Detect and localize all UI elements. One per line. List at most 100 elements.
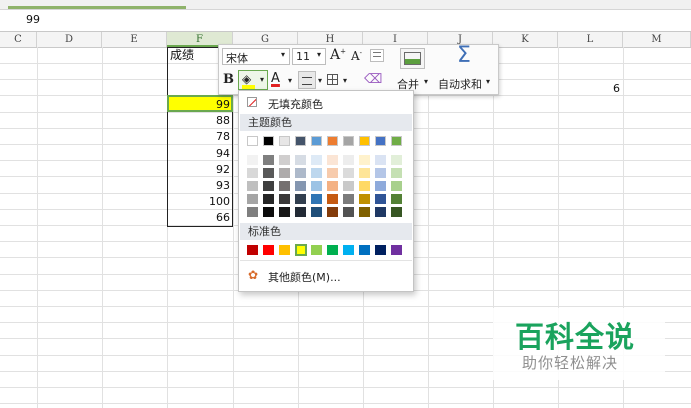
- cell-l-value[interactable]: 6: [558, 81, 623, 96]
- standard-color-swatch[interactable]: [327, 245, 338, 255]
- autosum-icon[interactable]: Σ: [457, 43, 471, 68]
- cell-f-value[interactable]: 99: [167, 97, 233, 112]
- theme-shade-swatch[interactable]: [327, 155, 338, 165]
- standard-color-swatch[interactable]: [295, 244, 307, 256]
- theme-shade-swatch[interactable]: [311, 181, 322, 191]
- font-size-select[interactable]: 11 ▾: [292, 48, 326, 65]
- theme-shade-swatch[interactable]: [279, 155, 290, 165]
- theme-shade-swatch[interactable]: [279, 207, 290, 217]
- standard-color-swatch[interactable]: [391, 245, 402, 255]
- theme-shade-swatch[interactable]: [295, 168, 306, 178]
- theme-shade-swatch[interactable]: [343, 181, 354, 191]
- cell-f-value[interactable]: 93: [167, 178, 233, 193]
- standard-color-swatch[interactable]: [375, 245, 386, 255]
- merge-icon[interactable]: [400, 48, 425, 69]
- standard-color-swatch[interactable]: [279, 245, 290, 255]
- chevron-down-icon[interactable]: ▾: [288, 76, 292, 85]
- theme-shade-swatch[interactable]: [343, 155, 354, 165]
- align-center-button[interactable]: [298, 71, 316, 89]
- shrink-font-button[interactable]: A-: [351, 49, 362, 63]
- theme-shade-swatch[interactable]: [279, 181, 290, 191]
- theme-shade-swatch[interactable]: [311, 155, 322, 165]
- no-fill-option[interactable]: 无填充颜色: [268, 96, 323, 112]
- theme-shade-swatch[interactable]: [343, 194, 354, 204]
- format-painter-icon[interactable]: [370, 49, 384, 62]
- fill-color-button[interactable]: ◈ ▾: [238, 70, 268, 90]
- standard-color-swatch[interactable]: [311, 245, 322, 255]
- chevron-down-icon[interactable]: ▾: [486, 77, 490, 86]
- theme-shade-swatch[interactable]: [263, 194, 274, 204]
- no-fill-icon[interactable]: [247, 97, 257, 107]
- theme-shade-swatch[interactable]: [247, 207, 258, 217]
- column-header-e[interactable]: E: [102, 32, 167, 47]
- theme-shade-swatch[interactable]: [295, 155, 306, 165]
- standard-color-swatch[interactable]: [263, 245, 274, 255]
- cell-f-value[interactable]: 94: [167, 146, 233, 161]
- theme-shade-swatch[interactable]: [391, 168, 402, 178]
- bold-button[interactable]: B: [223, 72, 234, 87]
- theme-color-swatch[interactable]: [311, 136, 322, 146]
- column-header-d[interactable]: D: [37, 32, 102, 47]
- theme-shade-swatch[interactable]: [327, 181, 338, 191]
- theme-color-swatch[interactable]: [327, 136, 338, 146]
- theme-color-swatch[interactable]: [343, 136, 354, 146]
- cell-f-value[interactable]: 100: [167, 194, 233, 209]
- standard-color-swatch[interactable]: [343, 245, 354, 255]
- column-header-c[interactable]: C: [0, 32, 37, 47]
- theme-shade-swatch[interactable]: [391, 181, 402, 191]
- eraser-icon[interactable]: ⌫: [364, 72, 382, 87]
- theme-shade-swatch[interactable]: [391, 207, 402, 217]
- theme-shade-swatch[interactable]: [343, 207, 354, 217]
- theme-shade-swatch[interactable]: [359, 194, 370, 204]
- theme-shade-swatch[interactable]: [295, 181, 306, 191]
- theme-shade-swatch[interactable]: [247, 155, 258, 165]
- theme-shade-swatch[interactable]: [375, 207, 386, 217]
- theme-shade-swatch[interactable]: [375, 194, 386, 204]
- theme-color-swatch[interactable]: [247, 136, 258, 146]
- column-header-k[interactable]: K: [493, 32, 558, 47]
- chevron-down-icon[interactable]: ▾: [424, 77, 428, 86]
- theme-shade-swatch[interactable]: [247, 194, 258, 204]
- font-name-select[interactable]: 宋体 ▾: [222, 48, 290, 65]
- cell-f-value[interactable]: 88: [167, 113, 233, 128]
- theme-color-swatch[interactable]: [359, 136, 370, 146]
- theme-color-swatch[interactable]: [391, 136, 402, 146]
- theme-shade-swatch[interactable]: [263, 155, 274, 165]
- theme-shade-swatch[interactable]: [375, 168, 386, 178]
- cell-f-value[interactable]: 66: [167, 210, 233, 225]
- theme-shade-swatch[interactable]: [279, 168, 290, 178]
- formula-bar[interactable]: 99: [0, 10, 691, 32]
- theme-shade-swatch[interactable]: [391, 155, 402, 165]
- chevron-down-icon[interactable]: ▾: [343, 76, 347, 85]
- theme-shade-swatch[interactable]: [295, 207, 306, 217]
- theme-shade-swatch[interactable]: [375, 155, 386, 165]
- theme-shade-swatch[interactable]: [263, 207, 274, 217]
- standard-color-swatch[interactable]: [247, 245, 258, 255]
- theme-color-swatch[interactable]: [279, 136, 290, 146]
- theme-shade-swatch[interactable]: [279, 194, 290, 204]
- theme-shade-swatch[interactable]: [327, 207, 338, 217]
- more-colors-option[interactable]: 其他颜色(M)...: [268, 269, 341, 285]
- theme-shade-swatch[interactable]: [359, 181, 370, 191]
- theme-shade-swatch[interactable]: [311, 168, 322, 178]
- theme-shade-swatch[interactable]: [263, 168, 274, 178]
- standard-color-swatch[interactable]: [359, 245, 370, 255]
- cell-f-value[interactable]: 78: [167, 129, 233, 144]
- theme-shade-swatch[interactable]: [247, 181, 258, 191]
- theme-color-swatch[interactable]: [295, 136, 306, 146]
- theme-shade-swatch[interactable]: [343, 168, 354, 178]
- cell-f-value[interactable]: 92: [167, 162, 233, 177]
- theme-shade-swatch[interactable]: [311, 207, 322, 217]
- theme-shade-swatch[interactable]: [263, 181, 274, 191]
- chevron-down-icon[interactable]: ▾: [318, 76, 322, 85]
- theme-color-swatch[interactable]: [375, 136, 386, 146]
- autosum-button-label[interactable]: 自动求和: [438, 76, 482, 92]
- grow-font-button[interactable]: A+: [330, 47, 346, 63]
- theme-shade-swatch[interactable]: [359, 168, 370, 178]
- theme-shade-swatch[interactable]: [375, 181, 386, 191]
- theme-shade-swatch[interactable]: [359, 155, 370, 165]
- theme-shade-swatch[interactable]: [327, 194, 338, 204]
- theme-shade-swatch[interactable]: [391, 194, 402, 204]
- borders-icon[interactable]: [327, 74, 338, 85]
- column-header-l[interactable]: L: [558, 32, 623, 47]
